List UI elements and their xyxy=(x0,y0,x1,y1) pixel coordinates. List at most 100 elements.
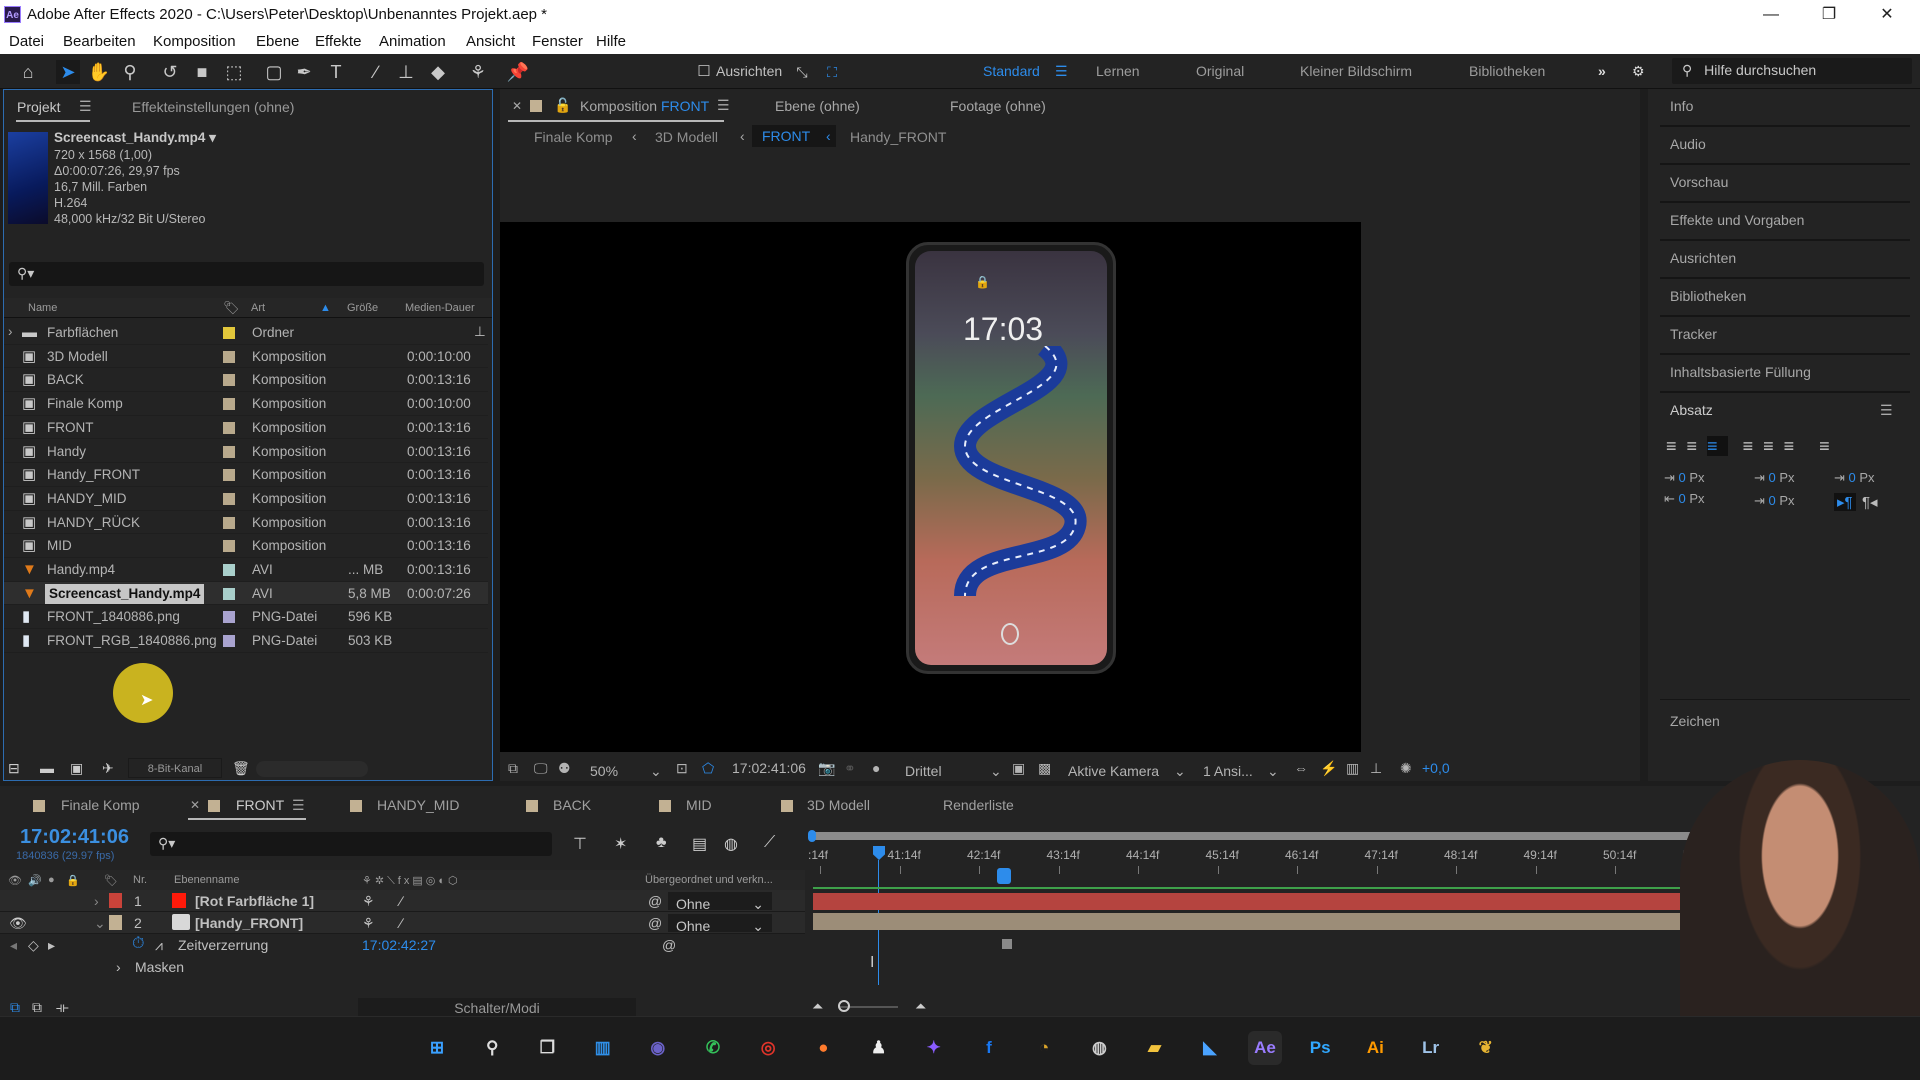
audio-switch-icon[interactable]: 🔊 xyxy=(28,874,42,887)
label-color[interactable] xyxy=(223,516,235,529)
panel-menu-icon[interactable]: ☰ xyxy=(1880,402,1893,419)
tab-ebene[interactable]: Ebene (ohne) xyxy=(775,98,860,114)
justify-all-icon[interactable]: ≡ xyxy=(1819,436,1840,456)
zoom-in-icon[interactable]: ⏶ xyxy=(915,998,926,1015)
screenrec-taskbar-icon[interactable]: ◎ xyxy=(751,1031,785,1065)
clone-stamp-tool-icon[interactable]: ⊥ xyxy=(394,60,418,84)
trash-icon[interactable]: 🗑 xyxy=(232,760,250,777)
layer-switches-toggle-icon[interactable]: ⧉ xyxy=(10,999,20,1016)
vectorworks-taskbar-icon[interactable]: ◣ xyxy=(1193,1031,1227,1065)
label-color[interactable] xyxy=(223,398,235,411)
marker[interactable] xyxy=(997,868,1011,884)
label-tag-icon[interactable]: 🏷 xyxy=(223,300,240,316)
widgets-taskbar-icon[interactable]: ▥ xyxy=(586,1031,620,1065)
expand-chevron-icon[interactable]: › xyxy=(94,893,99,909)
justify-left-icon[interactable]: ≡ xyxy=(1743,436,1764,456)
col-type[interactable]: Art xyxy=(251,302,265,314)
space-after-field[interactable]: ⇥ 0 Px xyxy=(1754,493,1795,509)
graph-icon[interactable]: ⩘ xyxy=(155,937,163,954)
always-preview-icon[interactable]: ⧉ xyxy=(508,760,518,777)
expand-chevron-icon[interactable]: › xyxy=(8,324,13,339)
project-item[interactable]: ▣ Handy Komposition 0:00:13:16 xyxy=(4,440,488,464)
podcast-taskbar-icon[interactable]: ♟ xyxy=(862,1031,896,1065)
indent-right-field[interactable]: ⇤ 0 Px xyxy=(1664,491,1705,507)
workspace-settings-icon[interactable]: ⚙ xyxy=(1632,63,1645,80)
tab-effekteinstellungen[interactable]: Effekteinstellungen (ohne) xyxy=(132,99,294,115)
grid-dropdown[interactable]: Drittel ⌄ xyxy=(905,758,1009,779)
draft-3d-icon[interactable]: ✶ xyxy=(614,834,627,854)
breadcrumb-3d-modell[interactable]: 3D Modell xyxy=(655,129,718,145)
lightroom-taskbar-icon[interactable]: Lr xyxy=(1414,1031,1448,1065)
timeline-tab-front[interactable]: FRONT xyxy=(236,797,284,813)
panel-effekte-und-vorgaben[interactable]: Effekte und Vorgaben xyxy=(1660,203,1910,241)
align-center-icon[interactable]: ≡ xyxy=(1687,436,1708,456)
composition-viewer[interactable]: 🔒 17:03 xyxy=(500,222,1361,752)
menu-bearbeiten[interactable]: Bearbeiten xyxy=(63,33,136,50)
flowchart-icon[interactable]: ⊥ xyxy=(474,324,486,340)
zoom-out-icon[interactable]: ⏶ xyxy=(812,998,823,1015)
menu-ansicht[interactable]: Ansicht xyxy=(466,33,515,50)
menu-datei[interactable]: Datei xyxy=(9,33,44,50)
breadcrumb-front[interactable]: FRONT xyxy=(752,125,836,147)
label-color[interactable] xyxy=(223,492,235,505)
facebook-taskbar-icon[interactable]: f xyxy=(972,1031,1006,1065)
snap-icon[interactable]: ⤡ xyxy=(790,60,814,84)
photoshop-taskbar-icon[interactable]: Ps xyxy=(1303,1031,1337,1065)
panel-vorschau[interactable]: Vorschau xyxy=(1660,165,1910,203)
zoom-tool-icon[interactable]: ⚲ xyxy=(118,60,142,84)
views-dropdown[interactable]: 1 Ansi... ⌄ xyxy=(1203,758,1279,779)
label-color[interactable] xyxy=(223,611,235,624)
transfer-controls-icon[interactable]: ⧉ xyxy=(32,999,42,1016)
tab-footage[interactable]: Footage (ohne) xyxy=(950,98,1046,114)
project-item[interactable]: ▣ HANDY_MID Komposition 0:00:13:16 xyxy=(4,487,488,511)
fast-previews-icon[interactable]: ▣ xyxy=(1012,760,1025,777)
viewer-timecode[interactable]: 17:02:41:06 xyxy=(732,760,806,776)
frame-blending-icon[interactable]: ▤ xyxy=(692,834,707,854)
brush-tool-icon[interactable]: ∕ xyxy=(364,60,388,84)
timeline-icon[interactable]: ▥ xyxy=(1346,760,1359,777)
label-color[interactable] xyxy=(223,445,235,458)
align-right-icon[interactable]: ≡ xyxy=(1707,436,1728,456)
label-color[interactable] xyxy=(223,327,235,339)
minimize-button[interactable]: — xyxy=(1748,2,1794,28)
character-panel-title[interactable]: Zeichen xyxy=(1670,713,1720,729)
dropdown-arrow-icon[interactable]: ▾ xyxy=(209,130,216,145)
comp-flowchart-icon[interactable]: ⊤ xyxy=(573,834,587,854)
exposure-value[interactable]: +0,0 xyxy=(1422,760,1450,776)
video-switch-icon[interactable]: 👁 xyxy=(8,874,22,887)
comp-tab-name[interactable]: FRONT xyxy=(661,98,709,114)
project-item[interactable]: ▼ Screencast_Handy.mp4 AVI 5,8 MB 0:00:07:26 xyxy=(4,581,488,606)
close-tab-icon[interactable]: ✕ xyxy=(190,798,200,812)
restore-button[interactable]: ❐ xyxy=(1806,2,1852,28)
expand-chevron-icon[interactable]: › xyxy=(116,959,121,975)
selected-item-name[interactable]: Screencast_Handy.mp4 ▾ xyxy=(54,130,216,146)
workspace-lernen[interactable]: Lernen xyxy=(1096,63,1140,79)
panel-info[interactable]: Info xyxy=(1660,89,1910,127)
panel-menu-icon[interactable]: ☰ xyxy=(292,797,305,814)
region-of-interest-icon[interactable]: ⊡ xyxy=(676,760,688,777)
parent-dropdown[interactable]: Ohne ⌄ xyxy=(668,892,772,912)
camera-tool-icon[interactable]: ■ xyxy=(190,60,214,84)
rtl-direction-button[interactable]: ¶◂ xyxy=(1862,493,1878,511)
shy-switch-icon[interactable]: ⚘ xyxy=(362,893,375,910)
workspace-bibliotheken[interactable]: Bibliotheken xyxy=(1469,63,1545,79)
panel-menu-icon[interactable]: ☰ xyxy=(717,97,730,114)
teams-taskbar-icon[interactable]: ◉ xyxy=(641,1031,675,1065)
label-tag-icon[interactable]: 🏷 xyxy=(104,874,118,887)
puppet-pin-tool-icon[interactable]: 📌 xyxy=(506,60,530,84)
layer-label-color[interactable] xyxy=(109,893,122,908)
hand-tool-icon[interactable]: ✋ xyxy=(87,60,111,84)
render-icon[interactable]: ✈ xyxy=(102,760,114,777)
pickwhip-icon[interactable]: @ xyxy=(662,937,676,953)
project-item[interactable]: ▣ HANDY_RÜCK Komposition 0:00:13:16 xyxy=(4,511,488,535)
zoom-slider-handle[interactable] xyxy=(838,1000,850,1012)
panel-bibliotheken[interactable]: Bibliotheken xyxy=(1660,279,1910,317)
zoom-dropdown[interactable]: 50% ⌄ xyxy=(590,758,662,779)
layer-row[interactable]: › 1 [Rot Farbfläche 1] ⚘ ∕ @ Ohne ⌄ xyxy=(0,890,805,912)
label-color[interactable] xyxy=(223,421,235,434)
first-line-indent-field[interactable]: ⇥ 0 Px xyxy=(1834,470,1875,486)
snapshot-icon[interactable]: 📷 xyxy=(818,760,835,777)
label-color[interactable] xyxy=(223,350,235,363)
workspace-kleiner-bildschirm[interactable]: Kleiner Bildschirm xyxy=(1300,63,1412,79)
project-item[interactable]: ▣ MID Komposition 0:00:13:16 xyxy=(4,534,488,558)
